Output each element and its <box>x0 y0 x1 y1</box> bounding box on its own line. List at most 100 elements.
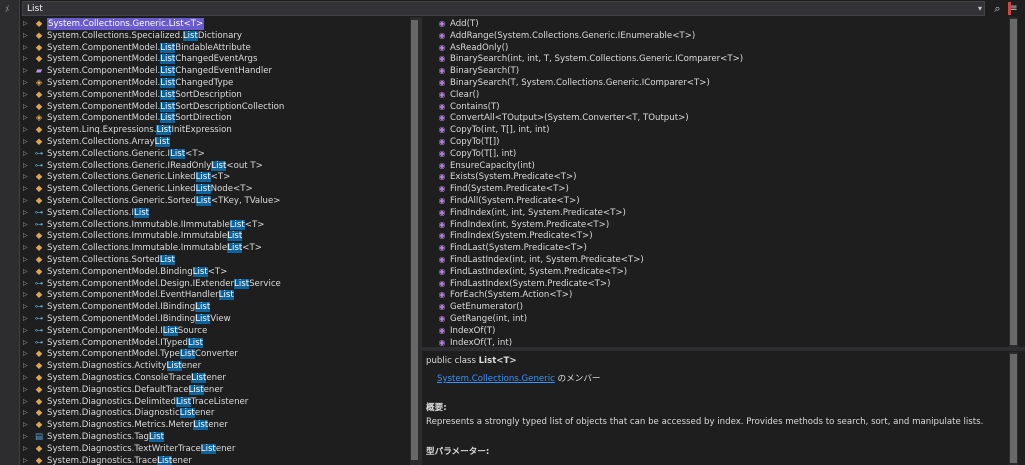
expand-arrow-icon[interactable]: ▷ <box>23 348 31 360</box>
expand-arrow-icon[interactable]: ▷ <box>23 266 31 278</box>
tree-row[interactable]: ▷ ◆ System.ComponentModel.ListBindableAttr… <box>22 42 407 54</box>
tree-row[interactable]: ▷ ◆ System.ComponentModel.TypeListConverte… <box>22 348 407 360</box>
member-row[interactable]: ◉ ConvertAll<TOutput>(System.Converter<T,… <box>424 112 1004 124</box>
member-row[interactable]: ◉ Exists(System.Predicate<T>) <box>424 171 1004 183</box>
expand-arrow-icon[interactable]: ▷ <box>23 18 31 30</box>
tree-row[interactable]: ▷ ▤ System.Diagnostics.TagList <box>22 431 407 443</box>
expand-arrow-icon[interactable]: ▷ <box>23 278 31 290</box>
search-dropdown-icon[interactable]: ▾ <box>978 2 982 15</box>
description-scrollbar-thumb[interactable] <box>1010 354 1017 463</box>
expand-arrow-icon[interactable]: ▷ <box>23 30 31 42</box>
tree-row[interactable]: ▷ ◈ System.ComponentModel.ListChangedType <box>22 77 407 89</box>
tree-row[interactable]: ▷ ◆ System.Collections.Immutable.Immutable… <box>22 230 407 242</box>
tree-row[interactable]: ▷ ◆ System.ComponentModel.EventHandlerList <box>22 289 407 301</box>
tree-row[interactable]: ▷ ◆ System.ComponentModel.ListSortDescript… <box>22 89 407 101</box>
member-row[interactable]: ◉ FindAll(System.Predicate<T>) <box>424 195 1004 207</box>
tree-row[interactable]: ▷ ◆ System.Collections.Generic.SortedList<… <box>22 195 407 207</box>
tree-row[interactable]: ▷ ▰ System.ComponentModel.ListChangedEvent… <box>22 65 407 77</box>
horizontal-splitter[interactable] <box>422 347 1025 351</box>
member-row[interactable]: ◉ Clear() <box>424 89 1004 101</box>
member-row[interactable]: ◉ CopyTo(int, T[], int, int) <box>424 124 1004 136</box>
member-row[interactable]: ◉ FindLast(System.Predicate<T>) <box>424 242 1004 254</box>
tree-row[interactable]: ▷ ◆ System.Collections.Generic.LinkedList<… <box>22 171 407 183</box>
expand-arrow-icon[interactable]: ▷ <box>23 124 31 136</box>
tree-row[interactable]: ▷ ⊶ System.Collections.Generic.IReadOnlyLi… <box>22 160 407 172</box>
tree-row[interactable]: ▷ ⊶ System.ComponentModel.IBindingList <box>22 301 407 313</box>
search-button-icon[interactable]: ⌕ <box>991 2 1004 15</box>
tree-row[interactable]: ▷ ⊶ System.Collections.Generic.IList<T> <box>22 148 407 160</box>
tree-row[interactable]: ▷ ◆ System.Collections.SortedList <box>22 254 407 266</box>
member-row[interactable]: ◉ IndexOf(T) <box>424 325 1004 337</box>
tree-row[interactable]: ▷ ◆ System.Collections.Generic.List<T> <box>22 18 407 30</box>
member-row[interactable]: ◉ FindIndex(int, System.Predicate<T>) <box>424 219 1004 231</box>
tree-row[interactable]: ▷ ◆ System.Diagnostics.ActivityListener <box>22 360 407 372</box>
expand-arrow-icon[interactable]: ▷ <box>23 337 31 349</box>
tree-row[interactable]: ▷ ◆ System.Diagnostics.Metrics.MeterListen… <box>22 419 407 431</box>
member-row[interactable]: ◉ AsReadOnly() <box>424 42 1004 54</box>
tree-row[interactable]: ▷ ⊶ System.ComponentModel.Design.IExtender… <box>22 278 407 290</box>
member-row[interactable]: ◉ Find(System.Predicate<T>) <box>424 183 1004 195</box>
tree-row[interactable]: ▷ ◆ System.Diagnostics.DefaultTraceListene… <box>22 384 407 396</box>
member-row[interactable]: ◉ FindIndex(int, int, System.Predicate<T>… <box>424 207 1004 219</box>
settings-icon[interactable]: ≡ <box>1007 2 1020 15</box>
expand-arrow-icon[interactable]: ▷ <box>23 455 31 465</box>
member-row[interactable]: ◉ BinarySearch(int, int, T, System.Collec… <box>424 53 1004 65</box>
search-input[interactable] <box>23 2 973 15</box>
expand-arrow-icon[interactable]: ▷ <box>23 242 31 254</box>
tree-row[interactable]: ▷ ◆ System.Collections.Immutable.Immutable… <box>22 242 407 254</box>
tree-row[interactable]: ▷ ⊶ System.Collections.IList <box>22 207 407 219</box>
tree-row[interactable]: ▷ ◆ System.Diagnostics.ConsoleTraceListene… <box>22 372 407 384</box>
member-row[interactable]: ◉ CopyTo(T[]) <box>424 136 1004 148</box>
member-row[interactable]: ◉ GetEnumerator() <box>424 301 1004 313</box>
member-row[interactable]: ◉ Contains(T) <box>424 101 1004 113</box>
expand-arrow-icon[interactable]: ▷ <box>23 160 31 172</box>
expand-arrow-icon[interactable]: ▷ <box>23 325 31 337</box>
expand-arrow-icon[interactable]: ▷ <box>23 42 31 54</box>
members-scrollbar[interactable] <box>1009 17 1018 347</box>
member-row[interactable]: ◉ BinarySearch(T, System.Collections.Gene… <box>424 77 1004 89</box>
expand-arrow-icon[interactable]: ▷ <box>23 53 31 65</box>
expand-arrow-icon[interactable]: ▷ <box>23 219 31 231</box>
member-row[interactable]: ◉ AddRange(System.Collections.Generic.IEn… <box>424 30 1004 42</box>
tree-row[interactable]: ▷ ◆ System.ComponentModel.ListChangedEvent… <box>22 53 407 65</box>
tree-row[interactable]: ▷ ◈ System.ComponentModel.ListSortDirectio… <box>22 112 407 124</box>
member-row[interactable]: ◉ GetRange(int, int) <box>424 313 1004 325</box>
tree-row[interactable]: ▷ ◆ System.Diagnostics.DiagnosticListener <box>22 407 407 419</box>
member-row[interactable]: ◉ Add(T) <box>424 18 1004 30</box>
tree-row[interactable]: ▷ ◆ System.Diagnostics.DelimitedListTraceL… <box>22 396 407 408</box>
expand-arrow-icon[interactable]: ▷ <box>23 443 31 455</box>
description-scrollbar[interactable] <box>1009 352 1018 465</box>
tree-row[interactable]: ▷ ◆ System.Diagnostics.TextWriterTraceList… <box>22 443 407 455</box>
search-box[interactable]: ▾ <box>22 1 985 16</box>
expand-arrow-icon[interactable]: ▷ <box>23 254 31 266</box>
member-row[interactable]: ◉ FindLastIndex(int, System.Predicate<T>) <box>424 266 1004 278</box>
member-row[interactable]: ◉ EnsureCapacity(int) <box>424 160 1004 172</box>
expand-arrow-icon[interactable]: ▷ <box>23 230 31 242</box>
expand-arrow-icon[interactable]: ▷ <box>23 313 31 325</box>
member-row[interactable]: ◉ ForEach(System.Action<T>) <box>424 289 1004 301</box>
tree-row[interactable]: ▷ ◆ System.Collections.Generic.LinkedListN… <box>22 183 407 195</box>
expand-arrow-icon[interactable]: ▷ <box>23 89 31 101</box>
expand-arrow-icon[interactable]: ▷ <box>23 407 31 419</box>
member-row[interactable]: ◉ BinarySearch(T) <box>424 65 1004 77</box>
expand-arrow-icon[interactable]: ▷ <box>23 65 31 77</box>
tree-row[interactable]: ▷ ◆ System.Collections.ArrayList <box>22 136 407 148</box>
expand-arrow-icon[interactable]: ▷ <box>23 112 31 124</box>
member-row[interactable]: ◉ FindIndex(System.Predicate<T>) <box>424 230 1004 242</box>
expand-arrow-icon[interactable]: ▷ <box>23 431 31 443</box>
tree-row[interactable]: ▷ ⊶ System.Collections.Immutable.IImmutabl… <box>22 219 407 231</box>
expand-arrow-icon[interactable]: ▷ <box>23 136 31 148</box>
expand-arrow-icon[interactable]: ▷ <box>23 289 31 301</box>
member-row[interactable]: ◉ IndexOf(T, int) <box>424 337 1004 347</box>
vertical-splitter[interactable] <box>419 17 422 465</box>
tree-row[interactable]: ▷ ◆ System.Linq.Expressions.ListInitExpres… <box>22 124 407 136</box>
expand-arrow-icon[interactable]: ▷ <box>23 360 31 372</box>
expand-arrow-icon[interactable]: ▷ <box>23 77 31 89</box>
member-row[interactable]: ◉ FindLastIndex(System.Predicate<T>) <box>424 278 1004 290</box>
member-row[interactable]: ◉ FindLastIndex(int, int, System.Predicat… <box>424 254 1004 266</box>
tree-row[interactable]: ▷ ◆ System.Diagnostics.TraceListener <box>22 455 407 465</box>
expand-arrow-icon[interactable]: ▷ <box>23 301 31 313</box>
expand-arrow-icon[interactable]: ▷ <box>23 384 31 396</box>
tree-row[interactable]: ▷ ◆ System.ComponentModel.BindingList<T> <box>22 266 407 278</box>
expand-arrow-icon[interactable]: ▷ <box>23 195 31 207</box>
